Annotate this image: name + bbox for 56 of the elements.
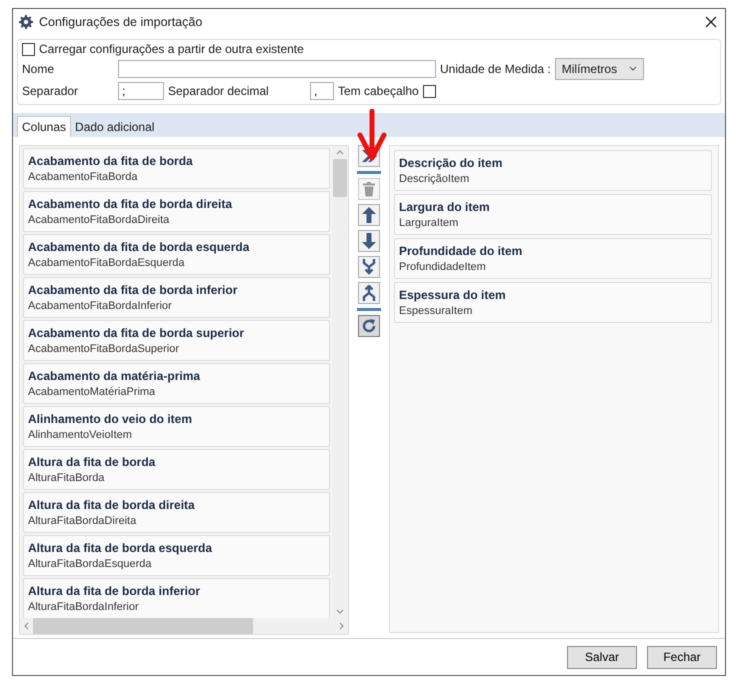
scroll-right-icon[interactable]: [339, 622, 344, 630]
close-icon[interactable]: [705, 16, 717, 28]
column-item[interactable]: Acabamento da fita de borda AcabamentoFitaBorda: [23, 148, 330, 189]
field-label: Separador decimal: [168, 84, 270, 98]
unit-dropdown[interactable]: Milímetros: [554, 58, 644, 80]
split-button[interactable]: [358, 282, 380, 304]
arrow-up-icon: [362, 207, 376, 223]
gear-icon: [19, 15, 33, 29]
checkbox-label: Carregar configurações a partir de outra existente: [39, 42, 304, 56]
field-label: Nome: [22, 62, 56, 76]
column-item[interactable]: Acabamento da fita de borda superior AcabamentoFitaBordaSuperior: [23, 320, 330, 361]
column-item[interactable]: Acabamento da fita de borda direita AcabamentoFitaBordaDireita: [23, 191, 330, 232]
annotation-arrow: [357, 109, 387, 161]
arrow-down-icon: [362, 233, 376, 249]
split-arrow-icon: [362, 285, 376, 301]
window-title: Configurações de importação: [39, 15, 202, 29]
tab[interactable]: Colunas: [17, 116, 72, 137]
decimal-separator-field[interactable]: ,: [310, 82, 334, 100]
separator-field[interactable]: ;: [118, 82, 164, 100]
column-item[interactable]: Altura da fita de borda AlturaFitaBorda: [23, 449, 330, 490]
scrollbar-thumb[interactable]: [33, 618, 253, 634]
field-label: Unidade de Medida :: [440, 62, 551, 76]
column-item[interactable]: Altura da fita de borda direita AlturaFitaBordaDireita: [23, 492, 330, 533]
column-item[interactable]: Profundidade do item ProfundidadeItem: [394, 238, 712, 279]
column-item[interactable]: Acabamento da matéria-prima AcabamentoMatériaPrima: [23, 363, 330, 404]
double-chevron-icon: [362, 150, 377, 162]
up-button[interactable]: [358, 204, 380, 226]
horizontal-scrollbar[interactable]: [20, 618, 348, 634]
merge-arrow-icon: [362, 259, 376, 275]
column-item[interactable]: Descrição do item DescriçãoItem: [394, 150, 712, 191]
refresh-button[interactable]: [358, 315, 380, 337]
dialog-button[interactable]: Fechar: [647, 646, 717, 668]
column-item[interactable]: Altura da fita de borda esquerda AlturaFitaBordaEsquerda: [23, 535, 330, 576]
chevron-down-icon: [629, 66, 638, 72]
vertical-scrollbar[interactable]: [332, 146, 348, 618]
tab[interactable]: Dado adicional: [71, 117, 158, 137]
scrollbar-thumb[interactable]: [333, 159, 347, 197]
column-item[interactable]: Espessura do item EspessuraItem: [394, 282, 712, 323]
scroll-left-icon[interactable]: [24, 622, 29, 630]
field-label: Separador: [22, 84, 80, 98]
column-item[interactable]: Altura da fita de borda inferior AlturaFitaBordaInferior: [23, 578, 330, 618]
name-field[interactable]: [118, 60, 436, 78]
trash-icon: [363, 182, 375, 196]
column-item[interactable]: Acabamento da fita de borda inferior AcabamentoFitaBordaInferior: [23, 277, 330, 318]
dialog-button[interactable]: Salvar: [567, 646, 637, 668]
checkbox[interactable]: [422, 84, 436, 98]
column-item[interactable]: Largura do item LarguraItem: [394, 194, 712, 235]
checkbox-label: Tem cabeçalho: [338, 84, 419, 98]
checkbox[interactable]: [22, 42, 35, 56]
refresh-icon: [362, 319, 376, 332]
column-item[interactable]: Acabamento da fita de borda esquerda AcabamentoFitaBordaEsquerda: [23, 234, 330, 275]
column-item[interactable]: Alinhamento do veio do item AlinhamentoVeioItem: [23, 406, 330, 447]
scroll-down-icon[interactable]: [336, 609, 344, 614]
down-button[interactable]: [358, 230, 380, 252]
scroll-up-icon[interactable]: [336, 150, 344, 155]
merge-button[interactable]: [358, 256, 380, 278]
